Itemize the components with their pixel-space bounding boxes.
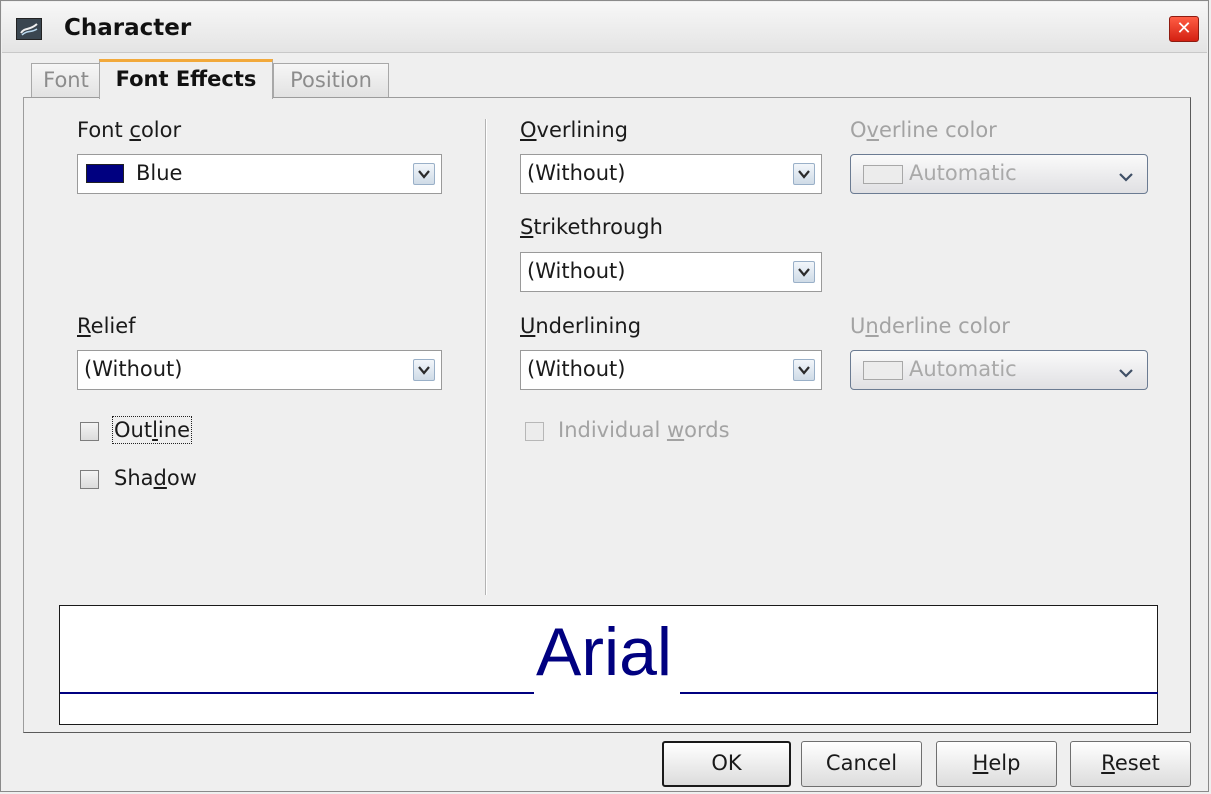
tab-font-effects[interactable]: Font Effects xyxy=(99,59,273,99)
chevron-down-icon[interactable] xyxy=(793,163,815,185)
tab-position[interactable]: Position xyxy=(273,63,389,97)
outline-checkbox[interactable] xyxy=(80,422,99,441)
font-color-swatch xyxy=(86,164,124,183)
tab-font[interactable]: Font xyxy=(31,63,101,97)
underline-color-swatch xyxy=(863,361,903,380)
cancel-button[interactable]: Cancel xyxy=(801,741,922,787)
column-separator xyxy=(485,119,487,595)
individual-words-checkbox[interactable] xyxy=(525,422,544,441)
relief-select[interactable]: (Without) xyxy=(77,350,442,390)
reset-button-label: Reset xyxy=(1101,751,1160,775)
preview-underline-right xyxy=(680,692,1158,694)
relief-value: (Without) xyxy=(84,357,183,381)
font-color-label: Font color xyxy=(77,118,182,142)
app-icon xyxy=(16,18,42,40)
shadow-checkbox[interactable] xyxy=(80,470,99,489)
ok-button-label: OK xyxy=(711,751,742,775)
preview-underline-left xyxy=(60,692,534,694)
underline-color-select[interactable]: Automatic xyxy=(850,350,1148,390)
help-button[interactable]: Help xyxy=(936,741,1057,787)
overlining-value: (Without) xyxy=(527,161,626,185)
relief-label: Relief xyxy=(77,314,136,338)
tab-font-effects-label: Font Effects xyxy=(115,67,257,91)
underlining-select[interactable]: (Without) xyxy=(520,350,822,390)
chevron-down-icon[interactable] xyxy=(413,359,435,381)
close-icon: ✕ xyxy=(1176,18,1192,39)
help-button-label: Help xyxy=(972,751,1021,775)
underline-color-value: Automatic xyxy=(909,357,1017,381)
overline-color-swatch xyxy=(863,165,903,184)
preview-box: Arial xyxy=(59,605,1158,725)
underline-color-label: Underline color xyxy=(850,314,1010,338)
underlining-value: (Without) xyxy=(527,357,626,381)
cancel-button-label: Cancel xyxy=(825,751,898,775)
chevron-down-icon[interactable] xyxy=(413,163,435,185)
overline-color-value: Automatic xyxy=(909,161,1017,185)
tab-position-label: Position xyxy=(290,68,372,92)
individual-words-label[interactable]: Individual words xyxy=(558,418,730,442)
chevron-down-icon[interactable] xyxy=(1119,167,1133,186)
preview-sample-text: Arial xyxy=(536,614,673,690)
chevron-down-icon[interactable] xyxy=(793,359,815,381)
reset-button[interactable]: Reset xyxy=(1070,741,1191,787)
overline-color-label: Overline color xyxy=(850,118,997,142)
outline-label[interactable]: Outline xyxy=(112,416,192,444)
title-bar[interactable]: Character ✕ xyxy=(2,2,1207,53)
overlining-select[interactable]: (Without) xyxy=(520,154,822,194)
underlining-label: Underlining xyxy=(520,314,642,338)
shadow-label[interactable]: Shadow xyxy=(114,466,197,490)
font-color-value: Blue xyxy=(136,161,183,185)
ok-button[interactable]: OK xyxy=(662,741,791,787)
overline-color-select[interactable]: Automatic xyxy=(850,154,1148,194)
chevron-down-icon[interactable] xyxy=(1119,363,1133,382)
strikethrough-label: Strikethrough xyxy=(520,215,663,239)
character-dialog: Character ✕ Font Font Effects Position F… xyxy=(0,0,1209,792)
tab-font-label: Font xyxy=(43,68,89,92)
close-button[interactable]: ✕ xyxy=(1169,16,1199,42)
overlining-label: Overlining xyxy=(520,118,628,142)
font-color-select[interactable]: Blue xyxy=(77,154,442,194)
strikethrough-select[interactable]: (Without) xyxy=(520,252,822,292)
strikethrough-value: (Without) xyxy=(527,259,626,283)
window-title: Character xyxy=(64,15,192,41)
chevron-down-icon[interactable] xyxy=(793,261,815,283)
